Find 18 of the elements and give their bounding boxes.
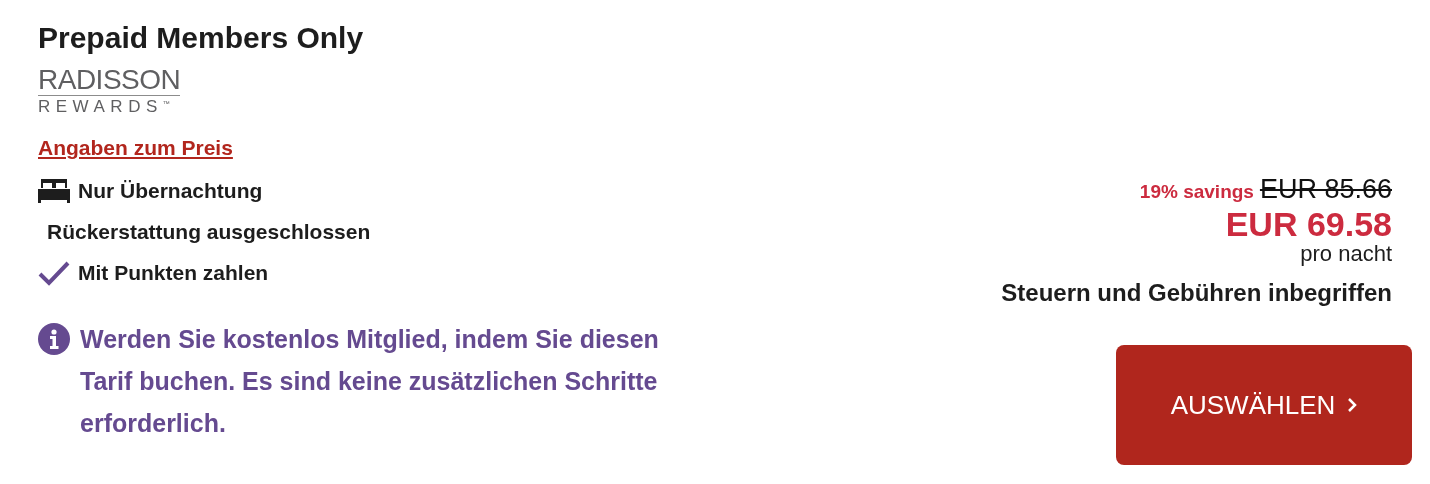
taxes-note: Steuern und Gebühren inbegriffen [1001,279,1392,307]
feature-label: Mit Punkten zahlen [78,261,269,285]
logo-wordmark: RADISSON [38,66,181,96]
feature-label: Rückerstattung ausgeschlossen [47,220,371,244]
check-icon [38,260,70,286]
discounted-price: EUR 69.58 [1225,205,1392,243]
savings-label: 19% savings [1139,181,1254,203]
feature-label: Nur Übernachtung [78,179,263,203]
chevron-right-icon [1347,397,1358,413]
select-button[interactable]: AUSWÄHLEN [1116,345,1412,465]
bed-icon [38,179,70,203]
logo-subtitle: REWARDS [38,96,163,118]
membership-note: Werden Sie kostenlos Mitglied, indem Sie diesen Tarif buchen. Es sind keine zusätzlichen Schritte erforderlich. [80,324,660,439]
info-icon [38,323,70,355]
per-night-label: pro nacht [1300,243,1392,265]
original-price: EUR 85.66 [1259,174,1392,205]
rate-title: Prepaid Members Only [38,20,365,56]
price-details-link[interactable]: Angaben zum Preis [38,136,233,160]
